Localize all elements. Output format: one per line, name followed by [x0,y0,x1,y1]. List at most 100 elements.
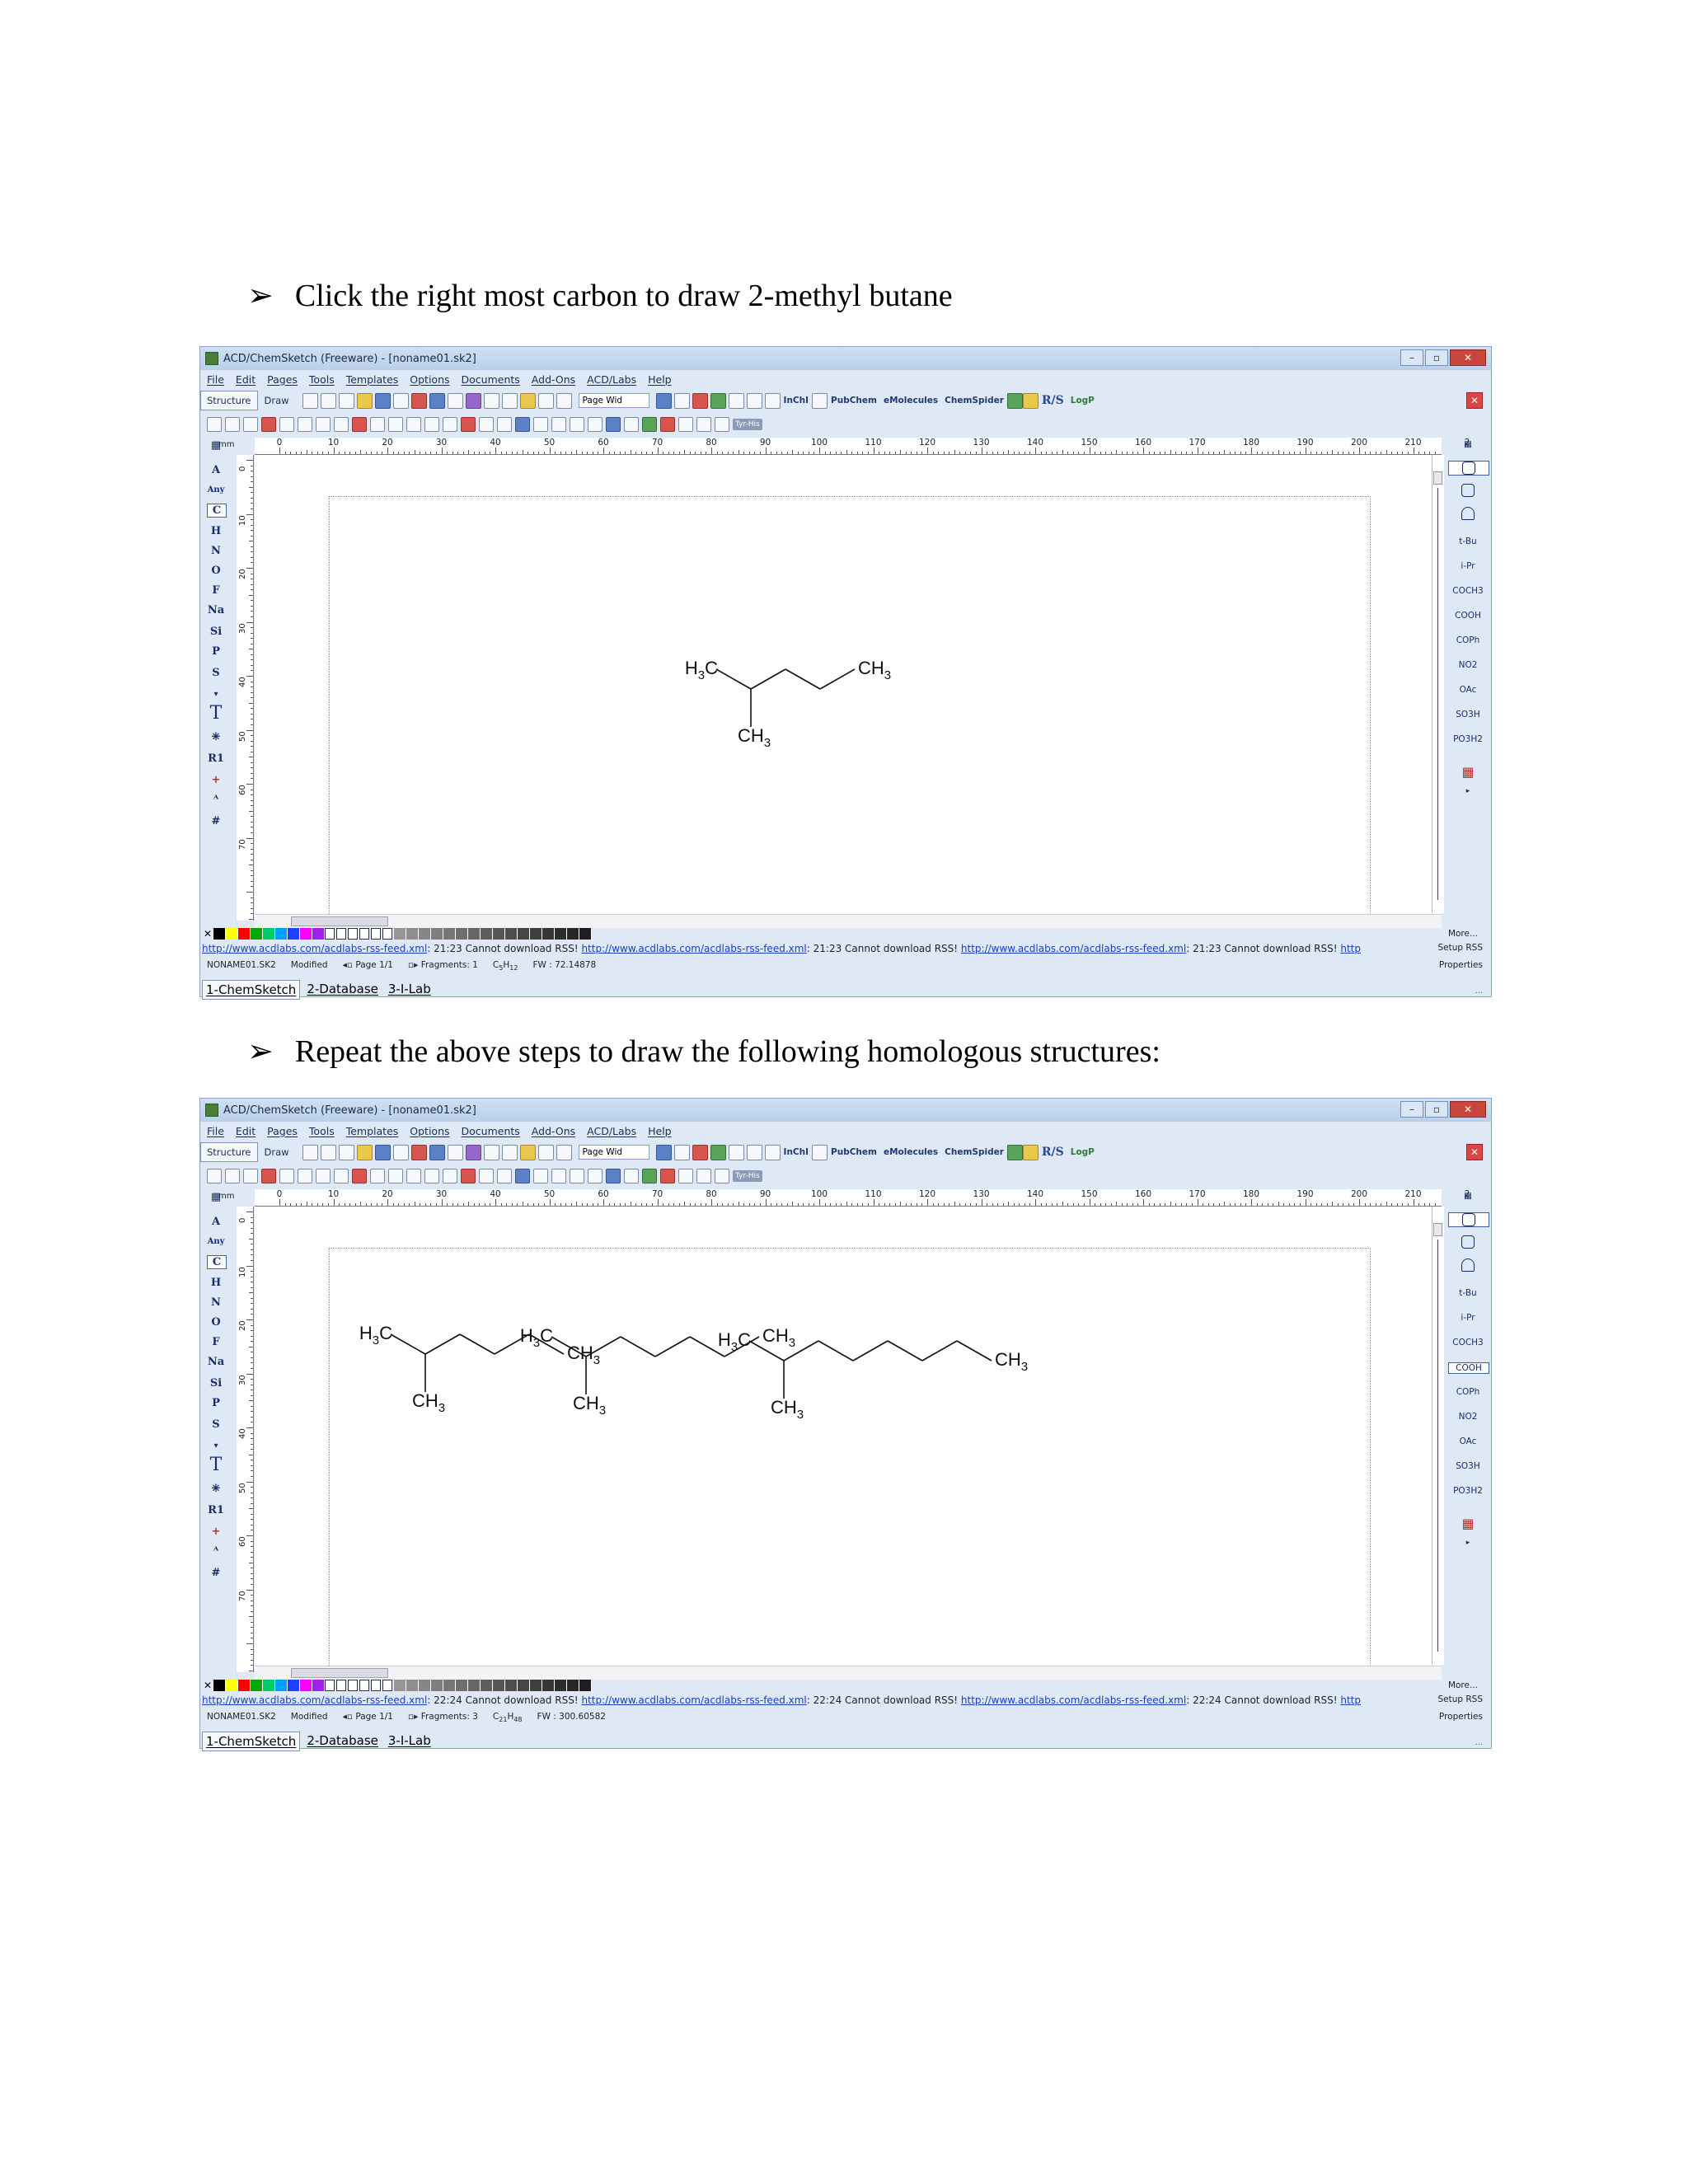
more-ellipsis-icon[interactable]: ... [1475,987,1483,996]
atom-S[interactable]: S [207,667,225,679]
color-swatch[interactable] [251,1680,263,1691]
3d-view-icon[interactable] [655,392,672,409]
ungroup-icon[interactable] [624,417,639,432]
atom-Na[interactable]: Na [207,604,225,616]
eraser-icon[interactable] [465,392,481,409]
maximize-button[interactable]: ▫ [1425,349,1448,366]
menu-options[interactable]: Options [410,373,449,386]
template-coph[interactable]: COPh [1448,635,1488,645]
brackets-icon[interactable] [533,417,548,432]
charge-tool[interactable]: + [207,774,225,786]
drawing-canvas[interactable]: H3C CH3 CH3 [255,455,1442,926]
template-no2[interactable]: NO2 [1448,660,1488,670]
copy-icon[interactable] [501,1144,518,1160]
redo-icon[interactable] [447,392,463,409]
color-swatch[interactable] [226,928,238,940]
color-swatch[interactable] [238,928,251,940]
bond-icon[interactable] [261,1169,276,1183]
emolecules-button[interactable]: eMolecules [884,1147,938,1157]
r-group-icon[interactable] [352,417,367,432]
setup-rss-button[interactable]: Setup RSS [1437,943,1483,953]
menu-help[interactable]: Help [648,1125,672,1137]
atom-O[interactable]: O [207,1316,225,1329]
chain-icon[interactable] [279,417,294,432]
atom-C[interactable]: C [207,504,227,518]
tab-database[interactable]: 2-Database [303,1732,382,1751]
zoom-select[interactable]: Page Wid [578,393,649,408]
color-swatch[interactable] [213,1680,226,1691]
atom-S[interactable]: S [207,1418,225,1431]
shade-swatch[interactable] [579,1680,592,1691]
chemspider-button[interactable]: ChemSpider [945,396,1004,405]
rss-link[interactable]: http://www.acdlabs.com/acdlabs-rss-feed.… [581,943,806,954]
gray-swatch[interactable] [359,1680,369,1691]
check-structure-icon[interactable] [660,417,675,432]
vscroll-thumb[interactable] [1433,471,1442,485]
tab-chemsketch[interactable]: 1-ChemSketch [202,980,301,1000]
rss-link[interactable]: http://www.acdlabs.com/acdlabs-rss-feed.… [961,943,1186,954]
rotate-icon[interactable] [243,417,258,432]
reaction-arrow-icon[interactable] [479,1169,494,1183]
print-icon[interactable] [392,1144,409,1160]
menu-tools[interactable]: Tools [309,373,335,386]
close-document-icon[interactable]: ✕ [1466,392,1483,409]
zoom-out-icon[interactable] [556,392,572,409]
color-icon[interactable] [692,392,708,409]
atom-H[interactable]: H [207,1277,225,1289]
rs-button[interactable]: R/S [1042,1146,1064,1159]
menu-file[interactable]: File [207,1125,224,1137]
horizontal-scrollbar[interactable] [255,1666,1442,1680]
atom-P[interactable]: P [207,1397,225,1409]
menu-file[interactable]: File [207,373,224,386]
shade-swatch[interactable] [567,1680,579,1691]
cyclohexane-icon[interactable] [1448,1212,1489,1227]
copy-icon[interactable] [501,392,518,409]
group-icon[interactable] [606,1169,621,1183]
shade-swatch[interactable] [468,1680,481,1691]
template-oac[interactable]: OAc [1448,685,1488,695]
menu-templates[interactable]: Templates [346,1125,399,1137]
arrow-icon[interactable] [370,417,385,432]
template-tbu[interactable]: t-Bu [1448,1288,1488,1298]
rss-link[interactable]: http [1340,1694,1361,1706]
fragment-icon[interactable] [696,1169,711,1183]
shade-swatch[interactable] [431,1680,443,1691]
lone-pair-icon[interactable] [424,1169,439,1183]
atom-N[interactable]: N [207,1296,225,1309]
cut-icon[interactable] [483,392,499,409]
maximize-button[interactable]: ▫ [1425,1101,1448,1118]
vertical-scrollbar[interactable] [1432,455,1444,913]
logp-button[interactable]: LogP [1071,396,1095,405]
gray-swatch[interactable] [336,928,346,940]
chain-tools-2-icon[interactable] [1022,1144,1039,1160]
expand-arrow-icon[interactable]: ▸ [1448,787,1488,795]
save-icon[interactable] [374,1144,391,1160]
vertical-scrollbar[interactable] [1432,1207,1444,1665]
name-icon[interactable] [764,1144,781,1160]
template-so3h[interactable]: SO3H [1448,710,1488,719]
inchi-config-icon[interactable] [812,1144,828,1160]
new-page-icon[interactable] [302,1144,318,1160]
redo-icon[interactable] [447,1144,463,1160]
no-color-icon[interactable]: ✕ [202,1680,213,1691]
shade-swatch[interactable] [481,928,493,940]
clean-icon[interactable] [551,1169,566,1183]
hscroll-thumb[interactable] [291,916,388,926]
menu-edit[interactable]: Edit [236,373,256,386]
inchi-config-icon[interactable] [812,392,828,409]
shade-swatch[interactable] [555,928,567,940]
minimize-button[interactable]: – [1400,1101,1423,1118]
menu-documents[interactable]: Documents [462,373,520,386]
atom-C[interactable]: C [207,1255,227,1269]
undo-icon[interactable] [429,1144,445,1160]
star-atom-icon[interactable]: ✳ [207,1483,225,1495]
template-coch3[interactable]: COCH3 [1448,1338,1488,1347]
shade-swatch[interactable] [406,928,419,940]
percent-icon[interactable] [497,417,512,432]
page-prev-icon[interactable]: ◂▫ [343,1712,356,1722]
menu-documents[interactable]: Documents [462,1125,520,1137]
plus-charge-icon[interactable] [461,1169,476,1183]
atom-F[interactable]: F [207,584,225,597]
menu-templates[interactable]: Templates [346,373,399,386]
template-ipr[interactable]: i-Pr [1448,561,1488,571]
